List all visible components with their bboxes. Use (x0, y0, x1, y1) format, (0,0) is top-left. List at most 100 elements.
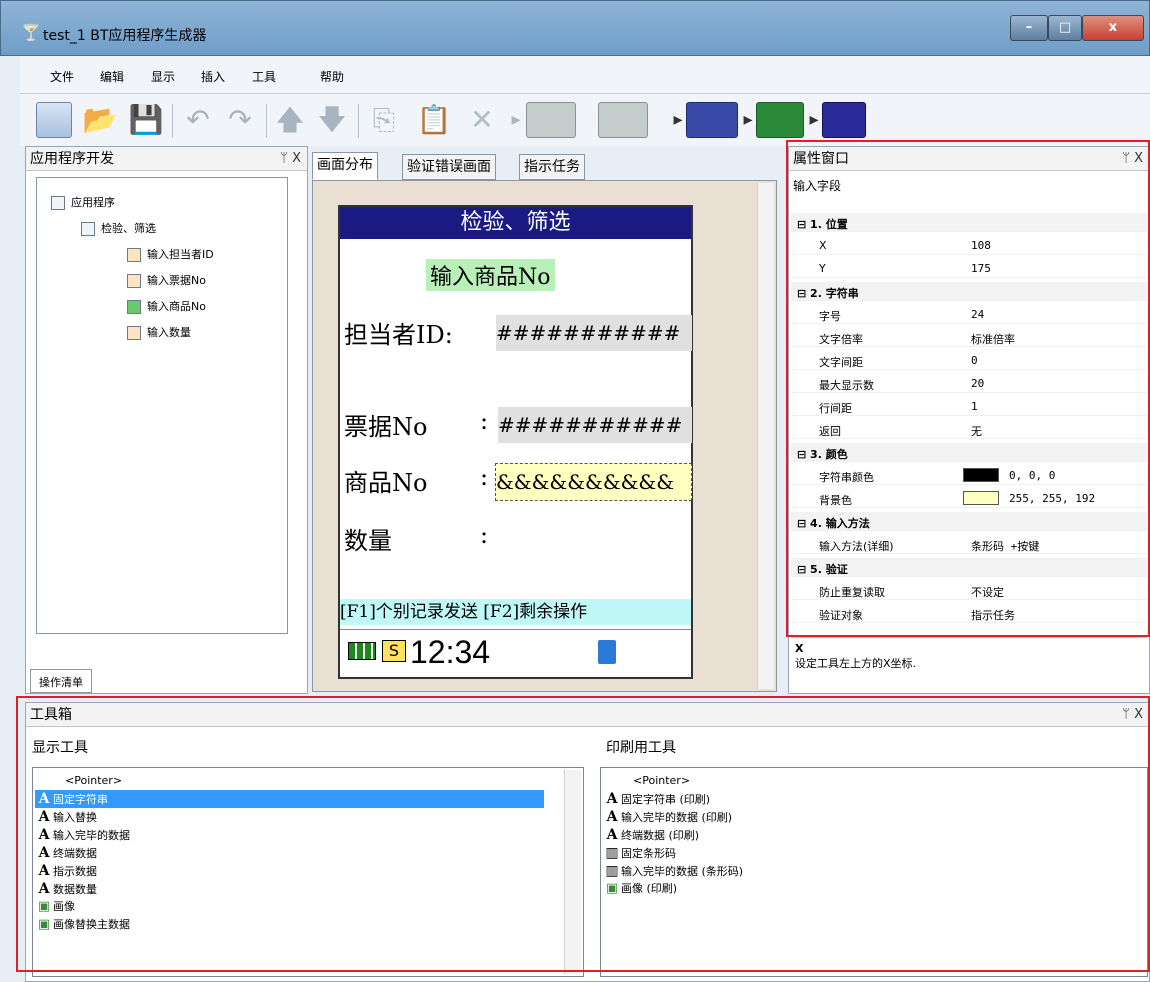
tool-item[interactable]: ▥ 输入完毕的数据 (条形码) (603, 862, 1121, 880)
step-download-icon[interactable] (756, 102, 804, 138)
tool-item[interactable]: ▣ 画像 (35, 898, 544, 916)
property-category[interactable]: ⊟ 2. 字符串 (791, 282, 1147, 301)
tree-item-input-qty[interactable]: 输入数量 (127, 324, 191, 340)
label-ticket-no[interactable]: 票据No (344, 407, 427, 442)
property-row[interactable]: 文字倍率 标准倍率 (791, 328, 1147, 347)
property-row[interactable]: 最大显示数 20 (791, 374, 1147, 393)
property-row[interactable]: 背景色 255, 255, 192 (791, 489, 1147, 508)
property-row[interactable]: 文字间距 0 (791, 351, 1147, 370)
value-product-no[interactable]: &&&&&&&&&& (495, 463, 692, 501)
paste-icon[interactable]: 📋 (416, 102, 452, 138)
pin-close-icon[interactable]: ᛘ X (1122, 147, 1143, 171)
property-row[interactable]: 验证对象 指示任务 (791, 604, 1147, 623)
step-device-icon[interactable] (822, 102, 866, 138)
pin-close-icon[interactable]: ᛘ X (280, 147, 301, 171)
step-screen-icon[interactable] (526, 102, 576, 138)
new-project-icon[interactable] (36, 102, 72, 138)
tool-item[interactable]: <Pointer> (603, 772, 1121, 790)
property-value[interactable]: 指示任务 (971, 607, 1015, 623)
tool-item[interactable]: A 输入完毕的数据 (35, 826, 544, 844)
redo-icon[interactable]: ↷ (222, 102, 258, 138)
tab-operation-list[interactable]: 操作清单 (30, 669, 92, 693)
minimize-button[interactable]: – (1010, 15, 1048, 41)
property-value[interactable]: 不设定 (971, 584, 1004, 600)
screen-footer[interactable]: [F1]个别记录发送 [F2]剩余操作 (340, 599, 691, 625)
maximize-button[interactable]: □ (1048, 15, 1082, 41)
property-value[interactable]: 108 (971, 239, 991, 252)
tool-item[interactable]: A 输入完毕的数据 (印刷) (603, 808, 1121, 826)
property-row[interactable]: 防止重复读取 不设定 (791, 581, 1147, 600)
menu-help[interactable]: 帮助 (320, 68, 344, 85)
value-ticket-no[interactable]: ########### (498, 407, 692, 443)
screen-title[interactable]: 检验、筛选 (340, 207, 691, 239)
property-value[interactable]: 条形码 +按键 (971, 538, 1039, 554)
tool-item[interactable]: A 固定字符串 (印刷) (603, 790, 1121, 808)
pin-close-icon[interactable]: ᛘ X (1122, 703, 1143, 727)
property-value[interactable]: 标准倍率 (971, 331, 1015, 347)
tab-error-screen[interactable]: 验证错误画面 (402, 154, 496, 180)
property-row[interactable]: 输入方法(详细) 条形码 +按键 (791, 535, 1147, 554)
property-value[interactable]: 20 (971, 377, 984, 390)
property-value[interactable]: 175 (971, 262, 991, 275)
screen-highlight-label[interactable]: 输入商品No (426, 259, 555, 291)
tool-item[interactable]: <Pointer> (35, 772, 544, 790)
move-down-icon[interactable]: 🡇 (314, 102, 350, 138)
property-category[interactable]: ⊟ 3. 颜色 (791, 443, 1147, 462)
form-icon (127, 326, 141, 340)
tree-item-input-ticket[interactable]: 输入票据No (127, 272, 206, 288)
menu-file[interactable]: 文件 (50, 68, 74, 85)
label-product-no[interactable]: 商品No (344, 463, 427, 498)
property-value[interactable]: 无 (971, 423, 982, 439)
tool-item[interactable]: ▣ 画像 (印刷) (603, 880, 1121, 898)
property-value[interactable]: 0, 0, 0 (1009, 469, 1055, 482)
undo-icon[interactable]: ↶ (180, 102, 216, 138)
tool-item[interactable]: ▣ 画像替换主数据 (35, 916, 544, 934)
menu-view[interactable]: 显示 (151, 68, 175, 85)
text-icon: A (606, 791, 618, 807)
tool-item[interactable]: A 输入替换 (35, 808, 544, 826)
move-up-icon[interactable]: 🡅 (272, 102, 308, 138)
property-value[interactable]: 24 (971, 308, 984, 321)
menu-tools[interactable]: 工具 (252, 68, 276, 85)
tab-layout[interactable]: 画面分布 (312, 152, 378, 180)
property-value[interactable]: 0 (971, 354, 978, 367)
property-row[interactable]: Y 175 (791, 259, 1147, 278)
property-category[interactable]: ⊟ 1. 位置 (791, 213, 1147, 232)
tool-item[interactable]: A 数据数量 (35, 880, 544, 898)
tree-item-root[interactable]: 应用程序 (51, 194, 115, 210)
property-row[interactable]: 字符串颜色 0, 0, 0 (791, 466, 1147, 485)
tool-item[interactable]: ▥ 固定条形码 (603, 844, 1121, 862)
tool-item[interactable]: A 指示数据 (35, 862, 544, 880)
step-simulate-icon[interactable] (686, 102, 738, 138)
property-key: 文字倍率 (819, 333, 863, 346)
open-folder-icon[interactable]: 📂 (82, 102, 118, 138)
delete-icon[interactable]: ✕ (464, 102, 500, 138)
close-button[interactable]: x (1082, 15, 1144, 41)
property-row[interactable]: 字号 24 (791, 305, 1147, 324)
property-value[interactable]: 255, 255, 192 (1009, 492, 1095, 505)
step-transfer-icon[interactable] (598, 102, 648, 138)
menu-insert[interactable]: 插入 (201, 68, 225, 85)
property-category[interactable]: ⊟ 4. 输入方法 (791, 512, 1147, 531)
property-row[interactable]: X 108 (791, 236, 1147, 255)
tool-item[interactable]: A 固定字符串 (35, 790, 544, 808)
tool-item[interactable]: A 终端数据 (印刷) (603, 826, 1121, 844)
property-key: ⊟ 2. 字符串 (797, 287, 859, 300)
property-category[interactable]: ⊟ 5. 验证 (791, 558, 1147, 577)
tree-item-input-id[interactable]: 输入担当者ID (127, 246, 214, 262)
display-tools-scrollbar[interactable] (564, 770, 581, 974)
label-person-id[interactable]: 担当者ID: (344, 315, 453, 350)
save-icon[interactable]: 💾 (128, 102, 164, 138)
copy-icon[interactable]: ⎘ (366, 102, 402, 138)
tool-item[interactable]: A 终端数据 (35, 844, 544, 862)
tree-item-check[interactable]: 检验、筛选 (81, 220, 156, 236)
menu-edit[interactable]: 编辑 (100, 68, 124, 85)
property-row[interactable]: 返回 无 (791, 420, 1147, 439)
tree-item-input-product[interactable]: 输入商品No (127, 298, 206, 314)
canvas-scrollbar[interactable] (757, 183, 774, 689)
value-person-id[interactable]: ########### (496, 315, 692, 351)
property-value[interactable]: 1 (971, 400, 978, 413)
label-quantity[interactable]: 数量 (344, 521, 392, 556)
tab-task[interactable]: 指示任务 (519, 154, 585, 180)
property-row[interactable]: 行间距 1 (791, 397, 1147, 416)
